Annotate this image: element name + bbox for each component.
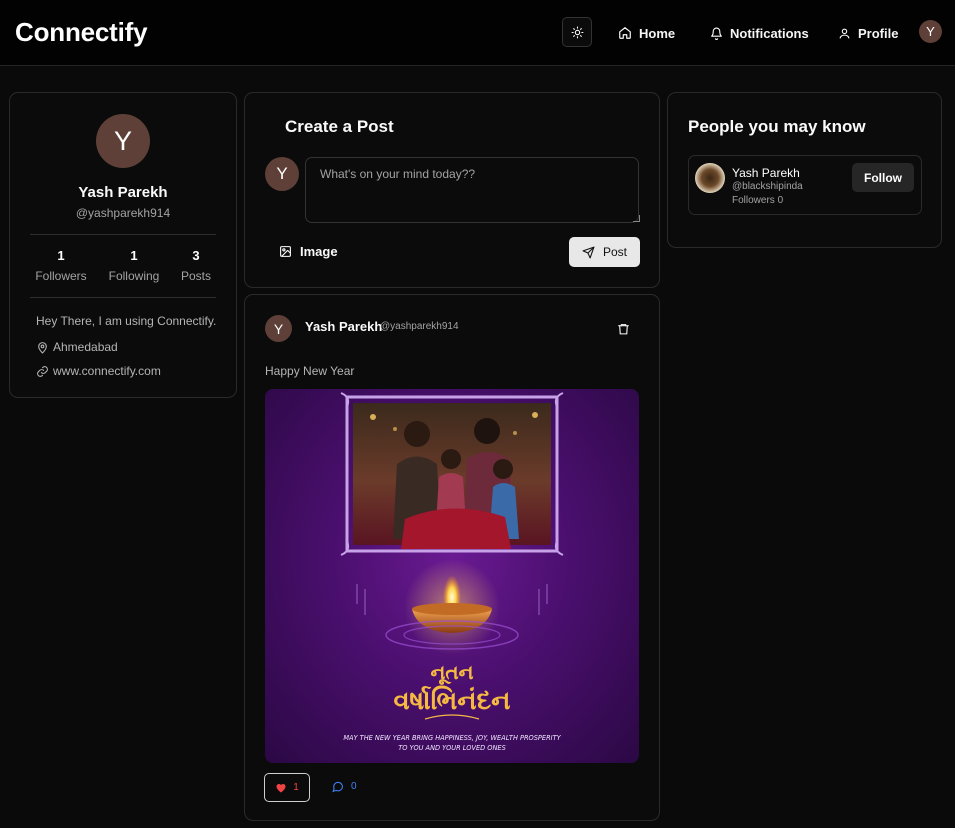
comment-icon — [332, 781, 343, 793]
resize-handle[interactable] — [633, 215, 640, 222]
nav-notifications-link[interactable]: Notifications — [710, 24, 809, 42]
nav-notifications-label: Notifications — [730, 25, 809, 41]
profile-avatar[interactable]: Y — [96, 114, 150, 168]
stat-following-label: Following — [108, 269, 160, 283]
user-icon — [839, 28, 850, 38]
suggested-user-avatar[interactable] — [695, 163, 725, 193]
add-image-label: Image — [300, 244, 338, 259]
bell-icon — [711, 27, 722, 40]
stat-followers-value: 1 — [57, 248, 65, 263]
create-post-card: Create a Post Y What's on your mind toda… — [244, 92, 660, 288]
post-content-input[interactable]: What's on your mind today?? — [305, 157, 639, 223]
delete-post-button[interactable] — [617, 322, 630, 341]
suggested-user-name[interactable]: Yash Parekh — [732, 166, 800, 180]
greeting-line-2: વર્ષાભિનંદન — [393, 685, 510, 716]
comment-count: 0 — [351, 781, 357, 792]
sun-icon — [571, 26, 583, 38]
home-icon — [619, 27, 631, 39]
greeting-card-illustration: નૂતન વર્ષાભિનંદન MAY THE NEW YEAR BRING … — [340, 392, 564, 752]
create-post-title: Create a Post — [285, 117, 394, 136]
greeting-tagline-2: TO YOU AND YOUR LOVED ONES — [398, 744, 506, 752]
stat-following[interactable]: 1 Following — [104, 248, 164, 283]
post-text: Happy New Year — [265, 364, 355, 378]
profile-handle: @yashparekh914 — [75, 206, 171, 220]
comment-button[interactable]: 0 — [331, 780, 357, 793]
greeting-tagline-1: MAY THE NEW YEAR BRING HAPPINESS, JOY, W… — [343, 734, 561, 742]
submit-post-button[interactable]: Post — [569, 237, 640, 267]
add-image-button[interactable]: Image — [279, 244, 338, 259]
profile-card: Y Yash Parekh @yashparekh914 1 Followers… — [9, 92, 237, 398]
brand-logo[interactable]: Connectify — [15, 17, 148, 48]
post-author-handle: @yashparekh914 — [380, 321, 459, 332]
like-button[interactable]: 1 — [264, 773, 310, 802]
post-card: Y Yash Parekh @yashparekh914 Happy New Y… — [244, 294, 660, 821]
profile-location: Ahmedabad — [36, 340, 118, 354]
nav-profile-link[interactable]: Profile — [838, 24, 898, 42]
divider — [30, 234, 216, 235]
map-pin-icon — [38, 341, 47, 354]
post-author-avatar[interactable]: Y — [265, 315, 292, 342]
stat-following-value: 1 — [130, 248, 138, 263]
nav-home-link[interactable]: Home — [618, 24, 675, 42]
suggestions-title: People you may know — [688, 117, 866, 136]
divider — [30, 297, 216, 298]
trash-icon — [618, 324, 629, 335]
stat-posts-label: Posts — [180, 269, 211, 283]
suggested-user[interactable]: Yash Parekh @blackshipinda Followers 0 F… — [688, 155, 922, 215]
stat-followers-label: Followers — [35, 269, 87, 283]
composer-avatar: Y — [265, 157, 299, 191]
link-icon — [37, 365, 48, 377]
suggested-user-followers: Followers 0 — [732, 195, 784, 206]
send-icon — [582, 246, 595, 258]
top-navbar: Connectify Home Notifications Profile Y — [0, 0, 955, 66]
like-count: 1 — [293, 782, 299, 793]
stat-posts-value: 3 — [192, 248, 200, 263]
profile-website[interactable]: www.connectify.com — [36, 364, 161, 378]
profile-location-text: Ahmedabad — [53, 340, 118, 354]
profile-website-text[interactable]: www.connectify.com — [53, 364, 161, 378]
submit-post-label: Post — [602, 245, 627, 259]
stat-posts[interactable]: 3 Posts — [176, 248, 216, 283]
post-image[interactable]: નૂતન વર્ષાભિનંદન MAY THE NEW YEAR BRING … — [265, 389, 639, 763]
theme-toggle-button[interactable] — [562, 17, 592, 47]
image-icon — [280, 246, 291, 257]
nav-profile-label: Profile — [858, 25, 899, 41]
nav-home-label: Home — [639, 25, 676, 41]
user-avatar[interactable]: Y — [919, 20, 942, 43]
greeting-line-1: નૂતન — [430, 660, 473, 684]
profile-bio: Hey There, I am using Connectify. — [36, 314, 217, 328]
post-author-name[interactable]: Yash Parekh — [305, 319, 382, 334]
suggested-user-handle: @blackshipinda — [732, 181, 803, 192]
stat-followers[interactable]: 1 Followers — [32, 248, 90, 283]
profile-name: Yash Parekh — [78, 184, 168, 201]
suggestions-card: People you may know Yash Parekh @blacksh… — [667, 92, 942, 248]
heart-icon — [276, 784, 286, 793]
follow-button[interactable]: Follow — [852, 163, 914, 192]
